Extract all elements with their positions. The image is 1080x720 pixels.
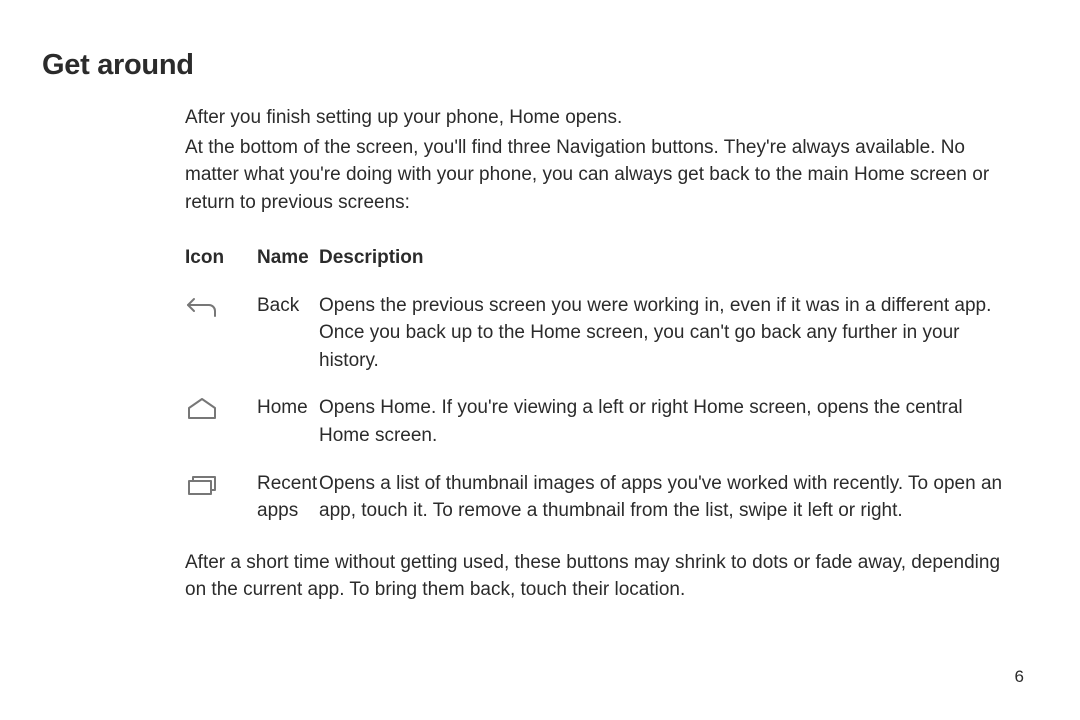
table-row: Back Opens the previous screen you were … xyxy=(185,292,1014,395)
col-header-name: Name xyxy=(257,244,319,292)
row-name: Recent apps xyxy=(257,470,319,545)
navigation-buttons-table: Icon Name Description Back xyxy=(185,244,1014,544)
page-number: 6 xyxy=(1015,665,1024,690)
page-title: Get around xyxy=(42,44,1024,86)
recent-apps-icon xyxy=(185,472,257,498)
back-icon xyxy=(185,294,257,320)
row-name: Back xyxy=(257,292,319,395)
row-desc: Opens a list of thumbnail images of apps… xyxy=(319,470,1014,545)
row-desc: Opens the previous screen you were worki… xyxy=(319,292,1014,395)
row-desc: Opens Home. If you're viewing a left or … xyxy=(319,394,1014,469)
home-icon xyxy=(185,396,257,422)
col-header-icon: Icon xyxy=(185,244,257,292)
outro-paragraph: After a short time without getting used,… xyxy=(185,549,1014,604)
table-row: Recent apps Opens a list of thumbnail im… xyxy=(185,470,1014,545)
col-header-desc: Description xyxy=(319,244,1014,292)
table-row: Home Opens Home. If you're viewing a lef… xyxy=(185,394,1014,469)
intro-paragraph: At the bottom of the screen, you'll find… xyxy=(185,134,1014,217)
row-name: Home xyxy=(257,394,319,469)
lead-paragraph: After you finish setting up your phone, … xyxy=(185,104,1014,132)
